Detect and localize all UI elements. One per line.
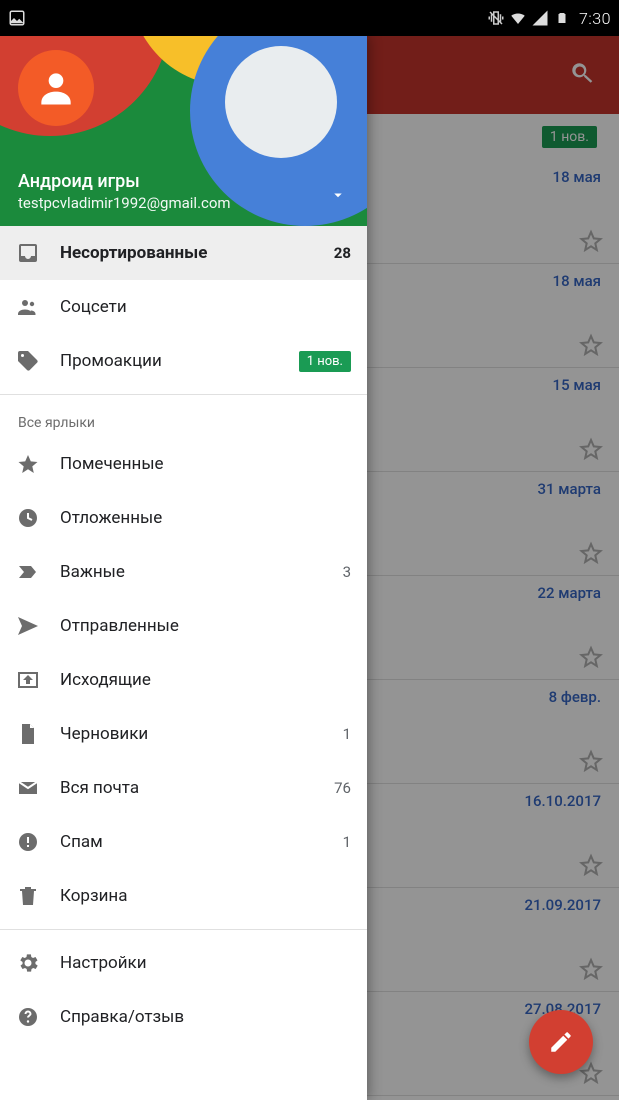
people-icon [16, 295, 60, 319]
nav-label: Настройки [60, 953, 351, 973]
nav-item-outbox[interactable]: Исходящие [0, 653, 367, 707]
avatar[interactable] [18, 50, 94, 126]
inbox-icon [16, 241, 60, 265]
nav-label: Спам [60, 832, 323, 852]
drawer-header[interactable]: Андроид игры testpcvladimir1992@gmail.co… [0, 36, 367, 226]
nav-item-people[interactable]: Соцсети [0, 280, 367, 334]
nav-item-draft[interactable]: Черновики1 [0, 707, 367, 761]
send-icon [16, 614, 60, 638]
star-icon [16, 452, 60, 476]
drawer-list: Несортированные28 Соцсети Промоакции1 нов.… [0, 226, 367, 1100]
spam-icon [16, 830, 60, 854]
status-bar: 7:30 [0, 0, 619, 36]
chevron-down-icon[interactable] [329, 186, 347, 208]
account-name: Андроид игры [18, 171, 351, 192]
nav-label: Соцсети [60, 297, 351, 317]
nav-label: Черновики [60, 724, 323, 744]
trash-icon [16, 884, 60, 908]
battery-icon [553, 9, 571, 27]
nav-badge: 1 нов. [299, 351, 351, 372]
pencil-icon [548, 1029, 574, 1055]
nav-count: 1 [323, 725, 351, 743]
nav-item-send[interactable]: Отправленные [0, 599, 367, 653]
nav-label: Справка/отзыв [60, 1007, 351, 1027]
compose-fab[interactable] [529, 1010, 593, 1074]
account-email: testpcvladimir1992@gmail.com [18, 194, 351, 212]
nav-label: Вся почта [60, 778, 323, 798]
nav-item-allmail[interactable]: Вся почта76 [0, 761, 367, 815]
draft-icon [16, 722, 60, 746]
nav-count: 1 [323, 833, 351, 851]
nav-label: Исходящие [60, 670, 351, 690]
nav-label: Важные [60, 562, 323, 582]
nav-label: Отложенные [60, 508, 351, 528]
nav-item-gear[interactable]: Настройки [0, 936, 367, 990]
nav-item-tag[interactable]: Промоакции1 нов. [0, 334, 367, 388]
nav-item-star[interactable]: Помеченные [0, 437, 367, 491]
image-icon [8, 9, 26, 27]
tag-icon [16, 349, 60, 373]
help-icon [16, 1005, 60, 1029]
navigation-drawer: Андроид игры testpcvladimir1992@gmail.co… [0, 36, 367, 1100]
vibrate-icon [487, 9, 505, 27]
nav-item-help[interactable]: Справка/отзыв [0, 990, 367, 1044]
signal-icon [531, 9, 549, 27]
allmail-icon [16, 776, 60, 800]
nav-label: Корзина [60, 886, 351, 906]
clock-icon [16, 506, 60, 530]
nav-count: 28 [323, 244, 351, 262]
nav-count: 3 [323, 563, 351, 581]
nav-label: Помеченные [60, 454, 351, 474]
nav-item-trash[interactable]: Корзина [0, 869, 367, 923]
nav-label: Промоакции [60, 351, 299, 371]
nav-item-inbox[interactable]: Несортированные28 [0, 226, 367, 280]
status-time: 7:30 [575, 9, 611, 28]
nav-item-spam[interactable]: Спам1 [0, 815, 367, 869]
nav-count: 76 [323, 779, 351, 797]
nav-label: Несортированные [60, 243, 323, 263]
nav-item-important[interactable]: Важные3 [0, 545, 367, 599]
nav-label: Отправленные [60, 616, 351, 636]
important-icon [16, 560, 60, 584]
nav-item-clock[interactable]: Отложенные [0, 491, 367, 545]
labels-header: Все ярлыки [0, 401, 367, 437]
wifi-icon [509, 9, 527, 27]
gear-icon [16, 951, 60, 975]
outbox-icon [16, 668, 60, 692]
